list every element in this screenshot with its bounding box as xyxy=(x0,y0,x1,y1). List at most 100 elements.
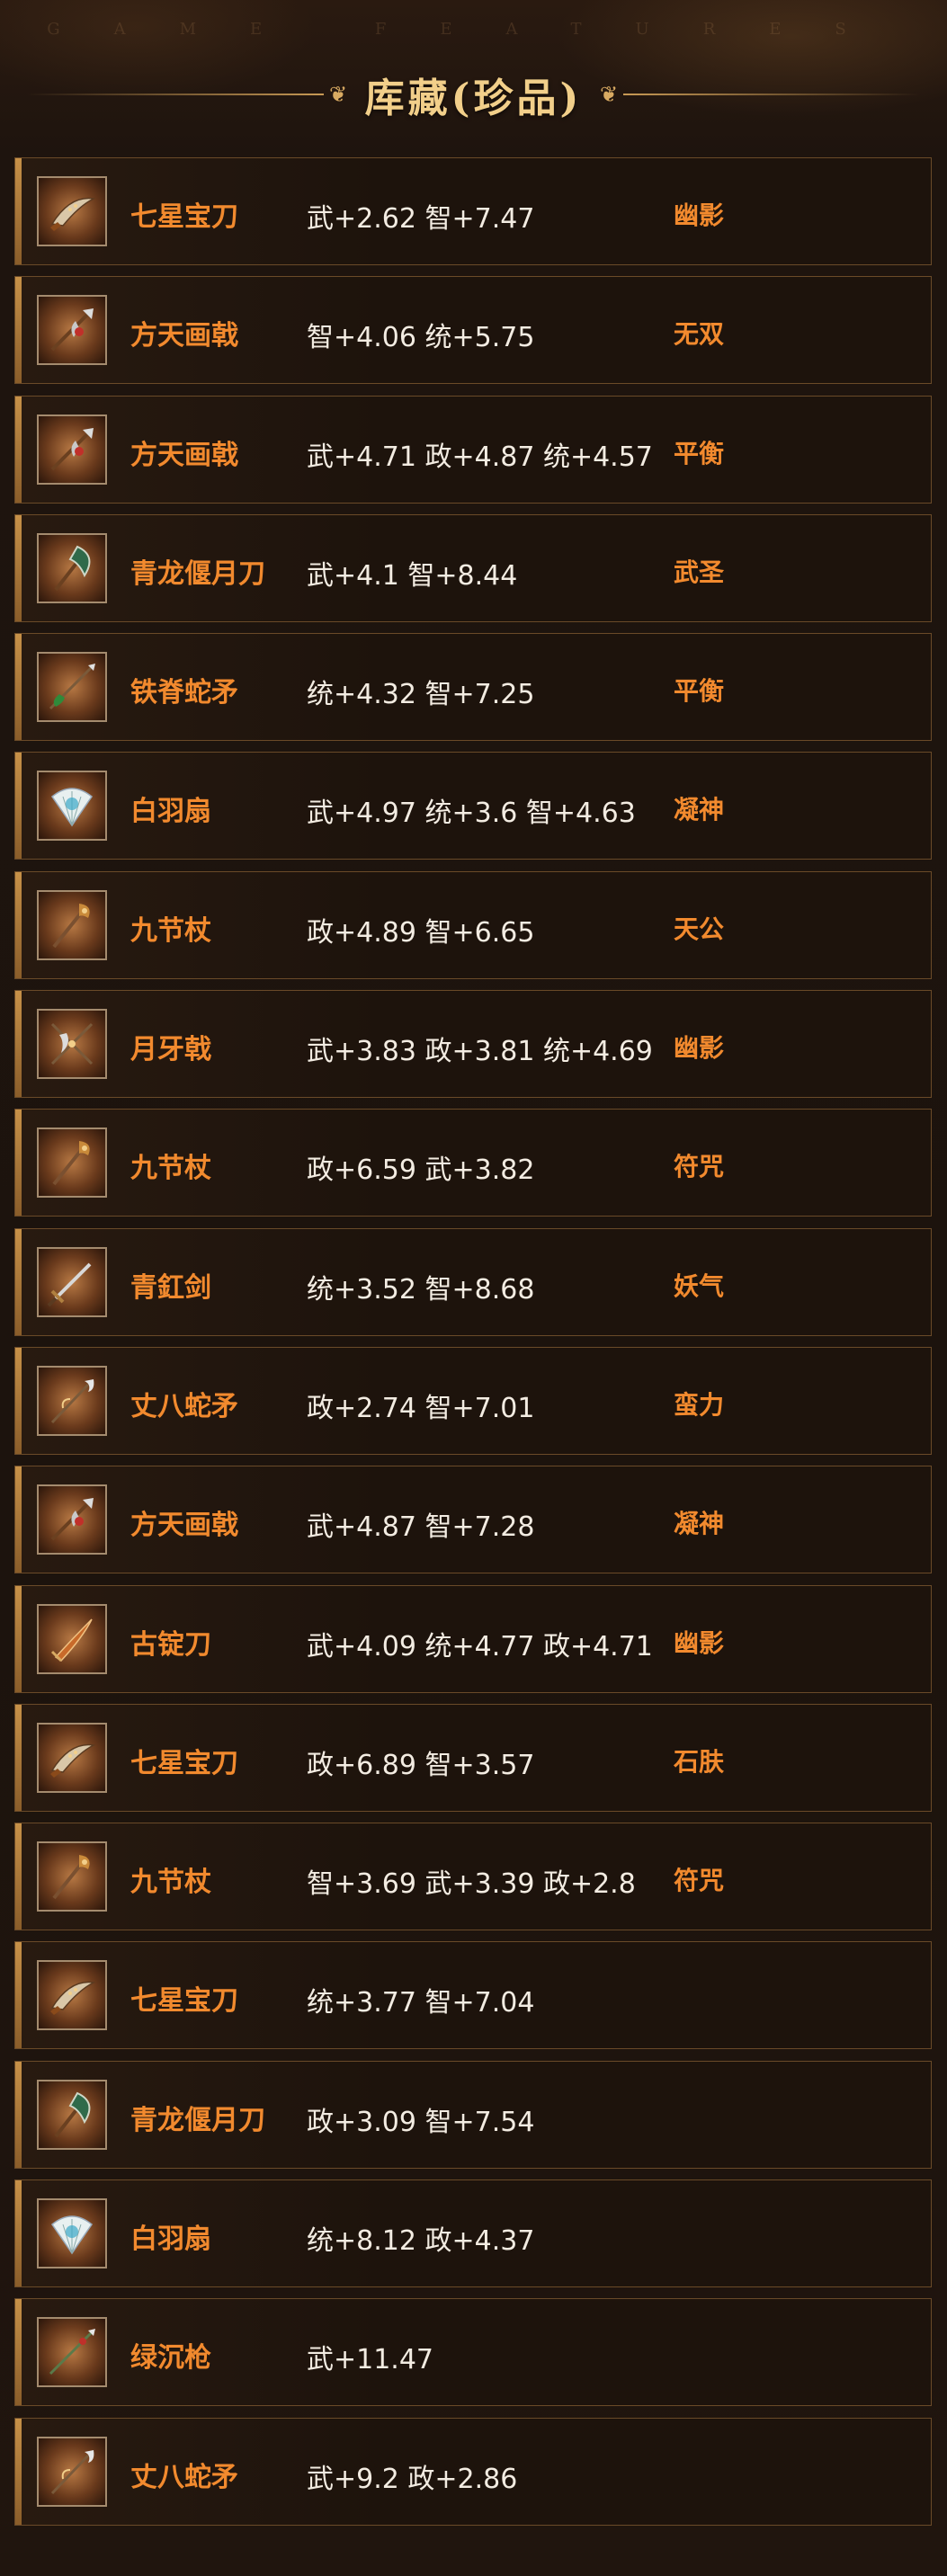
blade-icon xyxy=(37,1722,107,1793)
item-name: 方天画戟 xyxy=(130,320,238,352)
item-trait: 平衡 xyxy=(674,676,725,707)
item-stats: 武+4.97 统+3.6 智+4.63 xyxy=(307,798,636,830)
ornament-left-icon: ❦ xyxy=(328,82,348,107)
glaive-icon xyxy=(37,2079,107,2150)
serpent-spear-icon xyxy=(37,1365,107,1436)
sabre-icon xyxy=(37,1603,107,1674)
title-divider-right xyxy=(623,94,920,95)
item-trait: 石肤 xyxy=(674,1746,725,1777)
list-item[interactable]: 青釭剑 统+3.52 智+8.68 妖气 xyxy=(14,1227,932,1336)
list-item[interactable]: 丈八蛇矛 政+2.74 智+7.01 蛮力 xyxy=(14,1346,932,1455)
item-name: 七星宝刀 xyxy=(130,1985,238,2018)
item-name: 七星宝刀 xyxy=(130,1747,238,1779)
serpent-spear-icon xyxy=(37,2436,107,2507)
list-item[interactable]: 方天画戟 智+4.06 统+5.75 无双 xyxy=(14,276,932,385)
list-item[interactable]: 方天画戟 武+4.87 智+7.28 凝神 xyxy=(14,1466,932,1574)
staff-icon xyxy=(37,1128,107,1199)
list-item[interactable]: 古锭刀 武+4.09 统+4.77 政+4.71 幽影 xyxy=(14,1584,932,1693)
fan-icon xyxy=(37,2198,107,2269)
item-name: 古锭刀 xyxy=(130,1628,211,1661)
watermark-text: GAME FEATURES xyxy=(47,20,900,39)
item-stats: 武+9.2 政+2.86 xyxy=(307,2463,518,2495)
item-trait: 蛮力 xyxy=(674,1389,725,1420)
list-item[interactable]: 七星宝刀 武+2.62 智+7.47 幽影 xyxy=(14,157,932,265)
list-item[interactable]: 白羽扇 统+8.12 政+4.37 xyxy=(14,2179,932,2288)
item-stats: 武+4.09 统+4.77 政+4.71 xyxy=(307,1630,653,1662)
list-item[interactable]: 月牙戟 武+3.83 政+3.81 统+4.69 幽影 xyxy=(14,990,932,1099)
item-stats: 武+4.87 智+7.28 xyxy=(307,1511,535,1544)
item-trait: 无双 xyxy=(674,319,725,350)
item-name: 绿沉枪 xyxy=(130,2342,211,2375)
page-title: 库藏(珍品) xyxy=(364,76,583,121)
crescent-halberd-icon xyxy=(37,1009,107,1080)
blade-icon xyxy=(37,176,107,246)
item-name: 七星宝刀 xyxy=(130,201,238,233)
item-name: 丈八蛇矛 xyxy=(130,2461,238,2493)
item-name: 九节杖 xyxy=(130,914,211,947)
item-trait: 天公 xyxy=(674,914,725,944)
item-stats: 武+2.62 智+7.47 xyxy=(307,203,535,235)
item-stats: 政+2.74 智+7.01 xyxy=(307,1392,535,1424)
glaive-icon xyxy=(37,532,107,603)
item-trait: 幽影 xyxy=(674,201,725,230)
item-name: 九节杖 xyxy=(130,1153,211,1185)
item-trait: 妖气 xyxy=(674,1270,725,1301)
list-item[interactable]: 九节杖 政+6.59 武+3.82 符咒 xyxy=(14,1109,932,1217)
item-stats: 政+4.89 智+6.65 xyxy=(307,916,535,949)
item-name: 丈八蛇矛 xyxy=(130,1390,238,1422)
item-trait: 幽影 xyxy=(674,1627,725,1658)
list-item[interactable]: 方天画戟 武+4.71 政+4.87 统+4.57 平衡 xyxy=(14,395,932,504)
item-stats: 政+3.09 智+7.54 xyxy=(307,2106,535,2138)
item-name: 九节杖 xyxy=(130,1867,211,1899)
list-item[interactable]: 铁脊蛇矛 统+4.32 智+7.25 平衡 xyxy=(14,633,932,742)
item-stats: 智+3.69 武+3.39 政+2.8 xyxy=(307,1868,636,1901)
item-stats: 武+11.47 xyxy=(307,2344,434,2376)
item-stats: 武+4.71 政+4.87 统+4.57 xyxy=(307,441,653,473)
item-stats: 政+6.59 武+3.82 xyxy=(307,1154,535,1187)
lance-icon xyxy=(37,2317,107,2388)
sword-icon xyxy=(37,1246,107,1317)
list-item[interactable]: 七星宝刀 政+6.89 智+3.57 石肤 xyxy=(14,1703,932,1812)
item-name: 青龙偃月刀 xyxy=(130,2104,265,2136)
item-trait: 武圣 xyxy=(674,557,725,587)
list-item[interactable]: 七星宝刀 统+3.77 智+7.04 xyxy=(14,1941,932,2050)
item-stats: 统+4.32 智+7.25 xyxy=(307,679,535,711)
halberd-icon xyxy=(37,414,107,485)
item-name: 方天画戟 xyxy=(130,439,238,471)
item-name: 月牙戟 xyxy=(130,1034,211,1066)
list-item[interactable]: 九节杖 智+3.69 武+3.39 政+2.8 符咒 xyxy=(14,1823,932,1931)
item-name: 方天画戟 xyxy=(130,1510,238,1542)
staff-icon xyxy=(37,889,107,960)
halberd-icon xyxy=(37,295,107,366)
list-item[interactable]: 白羽扇 武+4.97 统+3.6 智+4.63 凝神 xyxy=(14,752,932,860)
blade-icon xyxy=(37,1960,107,2031)
item-stats: 统+3.52 智+8.68 xyxy=(307,1273,535,1306)
item-stats: 武+3.83 政+3.81 统+4.69 xyxy=(307,1036,653,1068)
list-item[interactable]: 青龙偃月刀 武+4.1 智+8.44 武圣 xyxy=(14,513,932,622)
item-name: 青龙偃月刀 xyxy=(130,557,265,590)
item-stats: 统+3.77 智+7.04 xyxy=(307,1987,535,2019)
item-stats: 智+4.06 统+5.75 xyxy=(307,322,535,354)
item-trait: 平衡 xyxy=(674,438,725,468)
ornament-right-icon: ❦ xyxy=(599,82,619,107)
list-item[interactable]: 九节杖 政+4.89 智+6.65 天公 xyxy=(14,870,932,979)
list-item[interactable]: 丈八蛇矛 武+9.2 政+2.86 xyxy=(14,2417,932,2526)
title-divider-left xyxy=(27,94,324,95)
item-trait: 凝神 xyxy=(674,795,725,825)
header-banner: GAME FEATURES ❦ 库藏(珍品) ❦ xyxy=(0,0,947,144)
staff-icon xyxy=(37,1841,107,1912)
item-name: 白羽扇 xyxy=(130,796,211,828)
item-trait: 幽影 xyxy=(674,1033,725,1064)
item-trait: 符咒 xyxy=(674,1152,725,1182)
item-name: 白羽扇 xyxy=(130,2224,211,2256)
item-trait: 符咒 xyxy=(674,1866,725,1896)
list-item[interactable]: 绿沉枪 武+11.47 xyxy=(14,2298,932,2407)
item-stats: 统+8.12 政+4.37 xyxy=(307,2225,535,2258)
item-trait: 凝神 xyxy=(674,1509,725,1539)
item-name: 青釭剑 xyxy=(130,1271,211,1304)
list-item[interactable]: 青龙偃月刀 政+3.09 智+7.54 xyxy=(14,2060,932,2169)
item-name: 铁脊蛇矛 xyxy=(130,677,238,709)
item-stats: 武+4.1 智+8.44 xyxy=(307,559,518,592)
fan-icon xyxy=(37,771,107,842)
halberd-icon xyxy=(37,1484,107,1555)
